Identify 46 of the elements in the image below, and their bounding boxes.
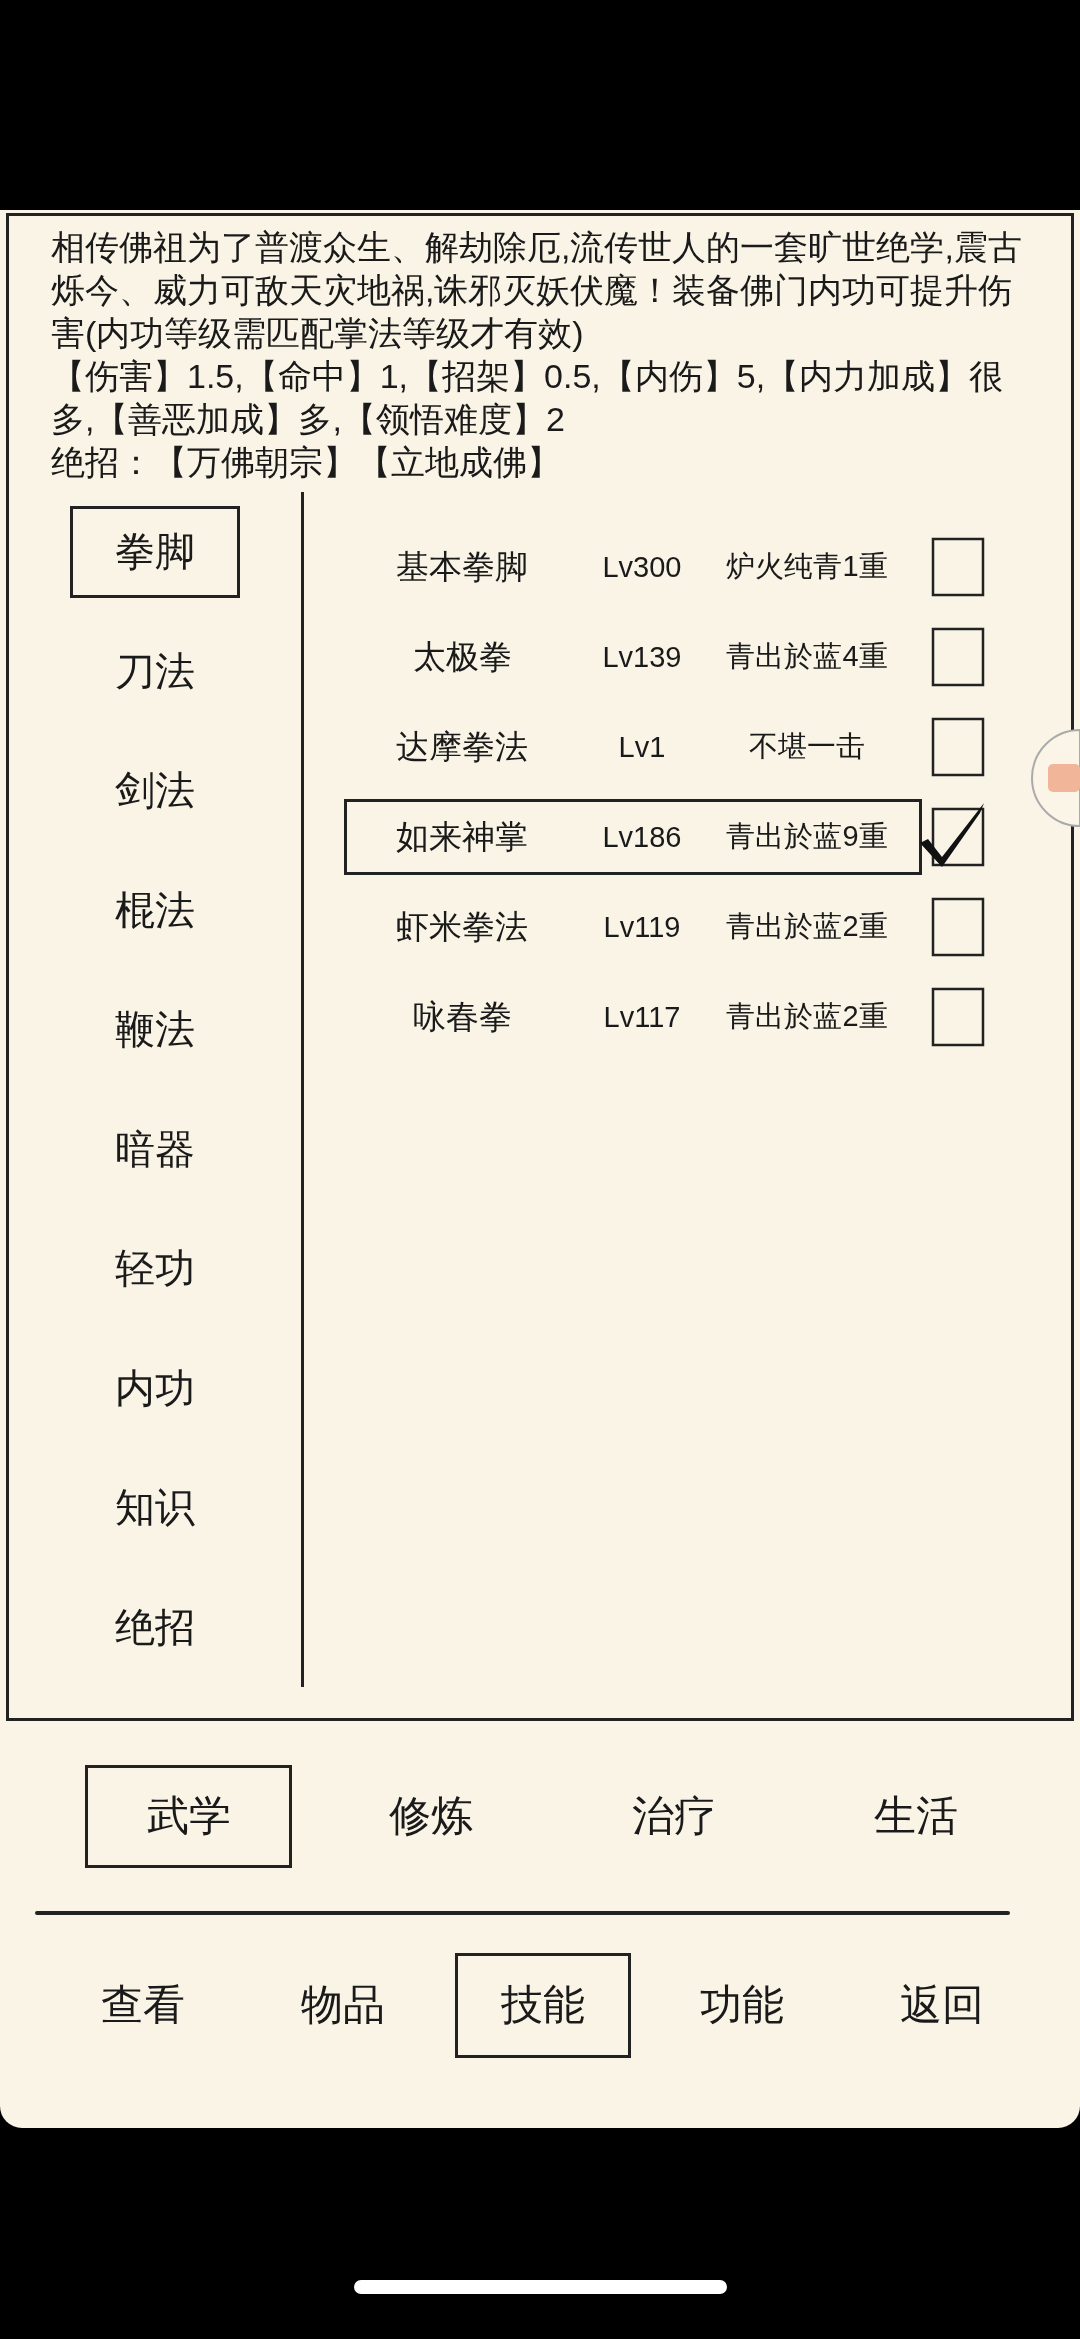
skill-rank: 青出於蓝9重 (725, 819, 889, 854)
skill-row[interactable]: 咏春拳 Lv117 青出於蓝2重 (344, 979, 922, 1055)
category-tab[interactable]: 鞭法 (70, 983, 240, 1076)
category-tab[interactable]: 内功 (70, 1342, 240, 1435)
skill-row[interactable]: 虾米拳法 Lv119 青出於蓝2重 (344, 889, 922, 965)
skill-name: 咏春拳 (411, 996, 513, 1037)
skill-type-tab[interactable]: 生活 (812, 1764, 1020, 1868)
skill-description: 相传佛祖为了普渡众生、解劫除厄,流传世人的一套旷世绝学,震古烁今、威力可敌天灾地祸,诛邪灭妖伏魔！装备佛门内功可提升伤害(内功等级需匹配掌法等级才有效) (51, 227, 1023, 354)
category-tab[interactable]: 轻功 (70, 1222, 240, 1315)
skill-level: Lv119 (602, 910, 682, 944)
skill-stats: 【伤害】1.5,【命中】1,【招架】0.5,【内伤】5,【内力加成】很多,【善恶加成】多,【领悟难度】2 (51, 356, 1005, 440)
skill-name: 太极拳 (411, 636, 513, 677)
skill-row[interactable]: 达摩拳法 Lv1 不堪一击 (344, 709, 922, 785)
skill-name: 达摩拳法 (395, 726, 529, 767)
skill-name: 基本拳脚 (395, 546, 529, 587)
skill-row[interactable]: 基本拳脚 Lv300 炉火纯青1重 (344, 529, 922, 605)
nav-button[interactable]: 物品 (254, 1952, 431, 2058)
skill-level: Lv117 (602, 1000, 682, 1034)
skill-level: Lv1 (617, 730, 667, 764)
skill-rank: 青出於蓝2重 (725, 999, 889, 1034)
skill-rank: 青出於蓝4重 (725, 639, 889, 674)
skill-row[interactable]: 太极拳 Lv139 青出於蓝4重 (344, 619, 922, 695)
skill-rank: 炉火纯青1重 (725, 549, 889, 584)
skill-level: Lv139 (601, 640, 683, 674)
skill-rank: 不堪一击 (748, 729, 866, 764)
skill-name: 虾米拳法 (395, 906, 529, 947)
category-tab[interactable]: 剑法 (70, 744, 240, 837)
ultimate-moves: 绝招：【万佛朝宗】【立地成佛】 (51, 442, 562, 483)
nav-button[interactable]: 技能 (454, 1952, 631, 2058)
category-tab[interactable]: 拳脚 (70, 505, 240, 598)
nav-button[interactable]: 返回 (854, 1952, 1030, 2058)
category-tab[interactable]: 棍法 (70, 864, 240, 957)
nav-button[interactable]: 查看 (55, 1952, 231, 2058)
skill-type-tab[interactable]: 武学 (85, 1764, 292, 1868)
skill-level: Lv186 (601, 820, 683, 854)
category-tab[interactable]: 知识 (70, 1461, 240, 1554)
category-tab[interactable]: 暗器 (70, 1103, 240, 1196)
skill-name: 如来神掌 (395, 816, 529, 857)
nav-button[interactable]: 功能 (654, 1952, 831, 2058)
skill-type-tab[interactable]: 治疗 (570, 1764, 778, 1868)
skill-level: Lv300 (601, 550, 683, 584)
skill-rank: 青出於蓝2重 (725, 909, 889, 944)
skill-type-tab[interactable]: 修炼 (327, 1764, 535, 1868)
skill-row[interactable]: 如来神掌 Lv186 青出於蓝9重 (344, 799, 922, 875)
category-tab[interactable]: 刀法 (70, 625, 240, 718)
category-tab[interactable]: 绝招 (70, 1581, 240, 1674)
